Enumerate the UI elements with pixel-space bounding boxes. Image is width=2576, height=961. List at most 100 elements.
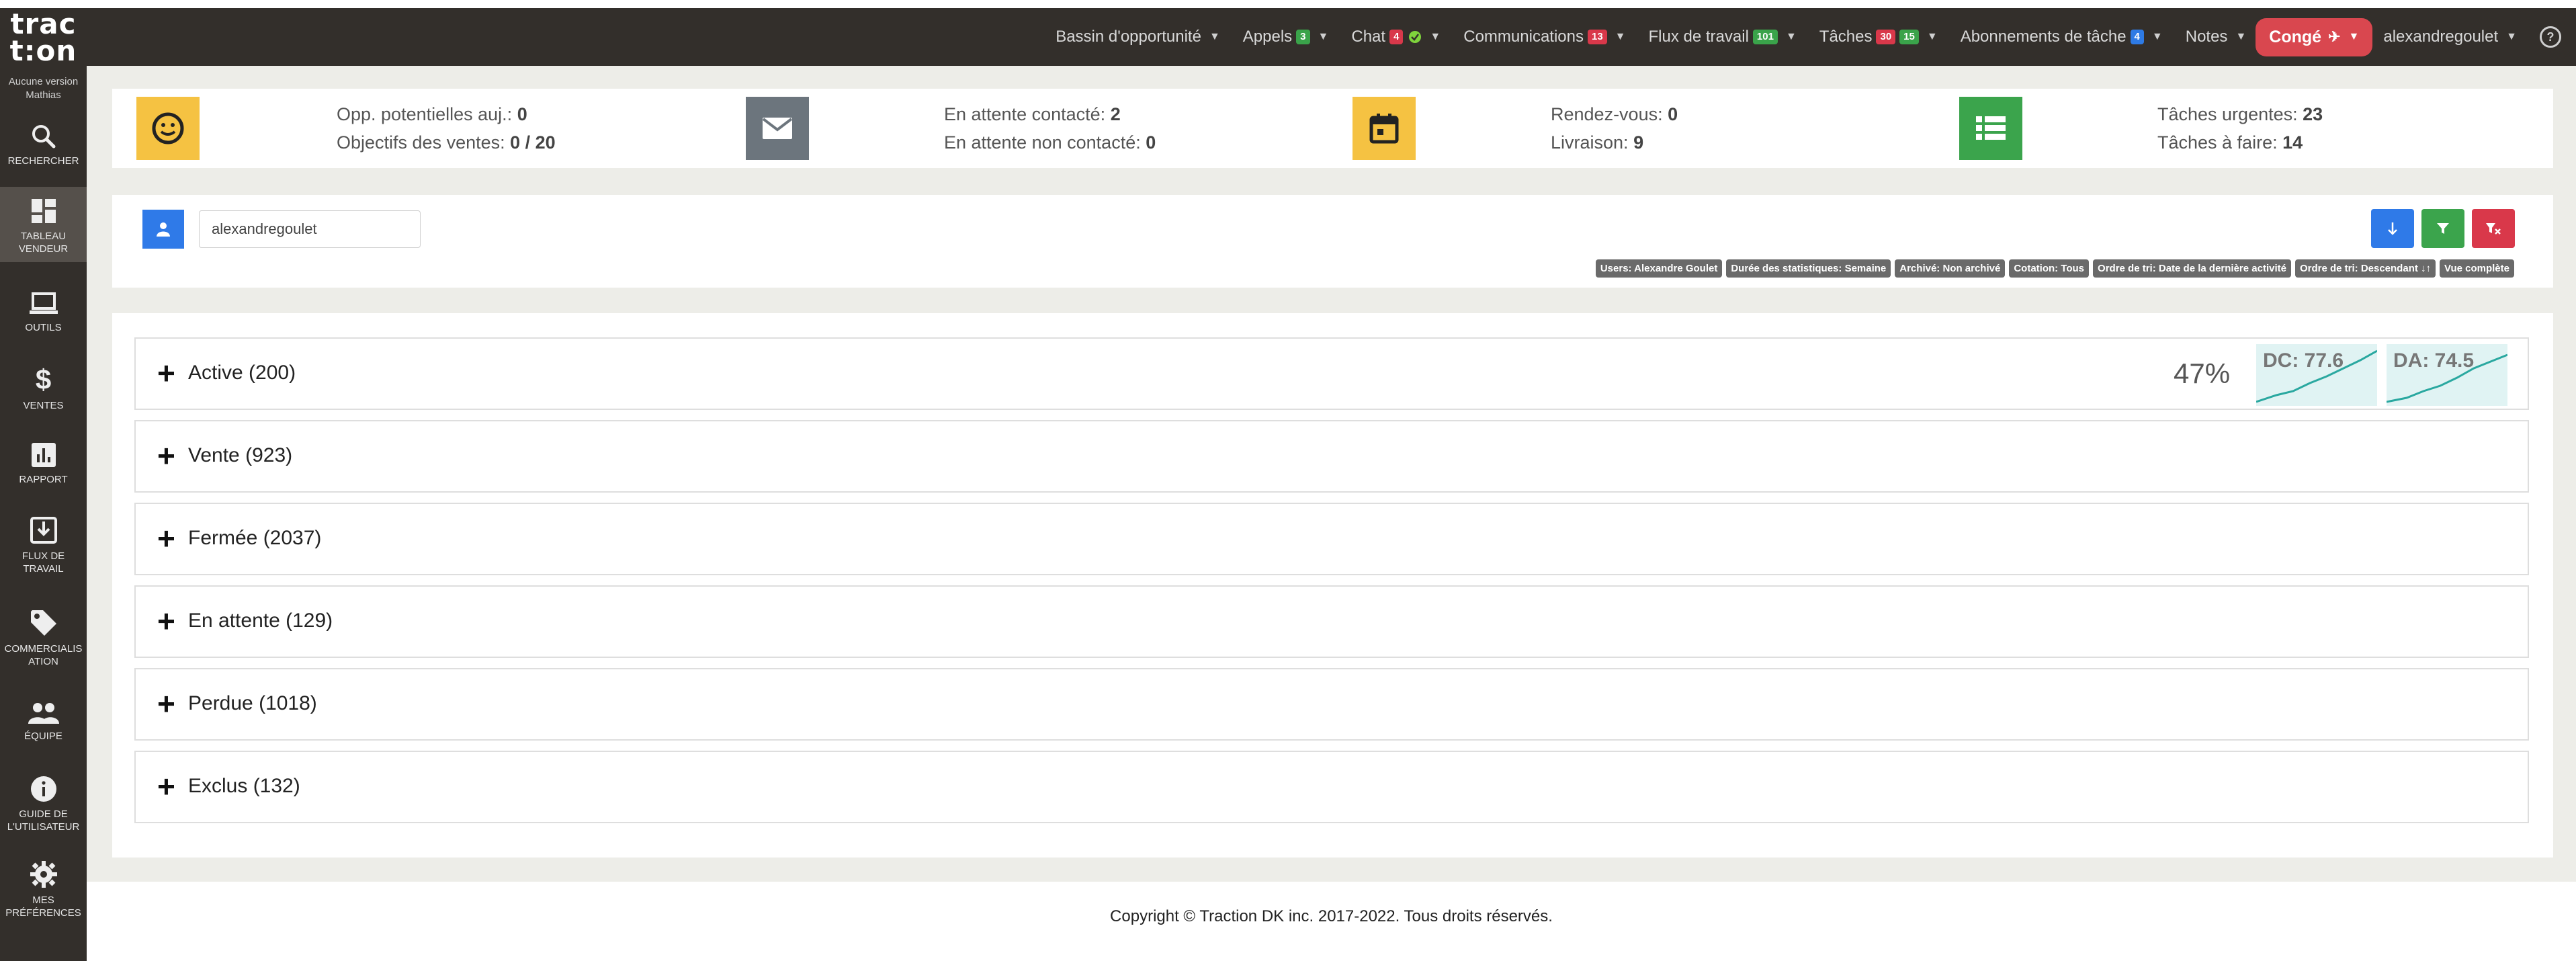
caret-down-icon: ▼ [2506,31,2517,42]
nav-notes-label: Notes [2185,28,2228,46]
nav-flux-dropdown[interactable]: Flux de travail 101 ▼ [1649,28,1797,46]
nav-user-label: alexandregoulet [2383,28,2499,46]
filter-chip: Archivé: Non archivé [1895,259,2006,278]
todo-value: 14 [2282,132,2303,153]
expand-plus-icon: + [157,521,175,556]
sidebar-item-label: OUTILS [25,322,62,333]
nav-abonnements-label: Abonnements de tâche [1960,28,2127,46]
bar-chart-icon [31,443,56,467]
abonnements-count-badge: 4 [2130,30,2144,44]
sidebar-item-label-line2: PRÉFÉRENCES [5,907,81,919]
expand-plus-icon: + [157,438,175,473]
not-contacted-label: En attente non contacté: [944,132,1141,153]
tasks-stat-tile [1959,97,2022,160]
sidebar-item-commercialisation[interactable]: COMMERCIALIS ATION [0,609,87,668]
sidebar-item-outils[interactable]: OUTILS [0,292,87,334]
contacted-value: 2 [1110,104,1121,124]
nav-communications-dropdown[interactable]: Communications 13 ▼ [1463,28,1625,46]
nav-abonnements-dropdown[interactable]: Abonnements de tâche 4 ▼ [1961,28,2163,46]
taches-late-badge: 30 [1876,30,1896,44]
appointment-stats: Rendez-vous: 0 Livraison: 9 [1551,100,1678,157]
group-row-perdue[interactable]: + Perdue (1018) [134,668,2529,741]
logo-text-bottom: t:on [9,34,77,67]
group-row-en-attente[interactable]: + En attente (129) [134,585,2529,658]
group-row-vente[interactable]: + Vente (923) [134,420,2529,493]
laptop-icon [29,292,58,314]
urgent-value: 23 [2303,104,2323,124]
nav-menu: Bassin d'opportunité ▼ Appels 3 ▼ Chat 4… [1033,8,2576,66]
sidebar-item-label: TABLEAU [20,231,67,242]
filter-chip: Ordre de tri: Descendant ↓↑ [2294,259,2436,278]
nav-notes-dropdown[interactable]: Notes ▼ [2186,28,2247,46]
urgent-label: Tâches urgentes: [2157,104,2298,124]
arrow-down-icon [2388,222,2397,235]
conge-button[interactable]: Congé ✈ ▼ [2256,17,2373,56]
mail-stat-tile [746,97,809,160]
sidebar-item-tableau-vendeur[interactable]: TABLEAU VENDEUR [0,187,87,262]
sidebar-item-rechercher[interactable]: RECHERCHER [0,124,87,167]
group-row-exclus[interactable]: + Exclus (132) [134,751,2529,823]
stats-panel: Opp. potentielles auj.: 0 Objectifs des … [112,89,2553,168]
sidebar-item-ventes[interactable]: $ VENTES [0,366,87,412]
user-search-field[interactable]: alexandregoulet [199,210,421,248]
group-row-active[interactable]: + Active (200) 47% DC: 77.6 DA: 74.5 [134,337,2529,410]
sidebar-item-label-line2: TRAVAIL [23,563,64,575]
sidebar-item-label: GUIDE DE [19,808,68,820]
nav-bassin-dropdown[interactable]: Bassin d'opportunité ▼ [1056,28,1220,46]
group-label: Vente (923) [188,444,293,466]
user-search-value: alexandregoulet [212,220,317,237]
filter-chip: Users: Alexandre Goulet [1595,259,1723,278]
filter-chip: Ordre de tri: Date de la dernière activi… [2093,259,2291,278]
version-info: Aucune version Mathias [0,75,87,102]
rdv-value: 0 [1668,104,1678,124]
group-label: En attente (129) [188,610,333,632]
active-percent: 47% [2174,358,2231,389]
sidebar-item-label: RAPPORT [19,474,68,485]
sidebar-item-label: MES [32,894,54,906]
caret-down-icon: ▼ [1430,31,1441,42]
sidebar-item-flux-de-travail[interactable]: FLUX DE TRAVAIL [0,516,87,575]
people-icon [28,703,59,724]
help-icon: ? [2540,26,2561,48]
filter-chip: Durée des statistiques: Semaine [1726,259,1891,278]
rdv-label: Rendez-vous: [1551,104,1663,124]
task-stats: Tâches urgentes: 23 Tâches à faire: 14 [2157,100,2323,157]
group-label: Perdue (1018) [188,692,317,714]
flux-count-badge: 101 [1752,30,1778,44]
nav-taches-dropdown[interactable]: Tâches 30 15 ▼ [1819,28,1938,46]
help-button[interactable]: ? [2540,26,2561,48]
sidebar-item-equipe[interactable]: ÉQUIPE [0,702,87,743]
footer-copyright: Copyright © Traction DK inc. 2017-2022. … [1110,907,1553,925]
calendar-stat-tile [1353,97,1416,160]
nav-user-dropdown[interactable]: alexandregoulet ▼ [2383,28,2517,46]
expand-plus-icon: + [157,686,175,721]
caret-down-icon: ▼ [1615,31,1626,42]
tag-icon [30,610,56,636]
opp-value: 0 [517,104,527,124]
sidebar-item-rapport[interactable]: RAPPORT [0,442,87,486]
opp-label: Opp. potentielles auj.: [337,104,513,124]
group-label: Exclus (132) [188,775,300,797]
top-strip [0,0,2576,8]
sort-download-button[interactable] [2371,209,2414,248]
active-filter-chips: Users: Alexandre Goulet Durée des statis… [1592,259,2514,278]
nav-chat-dropdown[interactable]: Chat 4 ▼ [1351,28,1441,46]
communications-count-badge: 13 [1587,30,1607,44]
top-navbar: Bassin d'opportunité ▼ Appels 3 ▼ Chat 4… [0,8,2576,66]
group-label: Active (200) [188,362,296,384]
appels-count-badge: 3 [1296,30,1310,44]
dc-sparkline: DC: 77.6 [2256,344,2377,406]
sidebar-item-guide[interactable]: GUIDE DE L'UTILISATEUR [0,776,87,833]
nav-bassin-label: Bassin d'opportunité [1056,28,1201,46]
group-row-fermee[interactable]: + Fermée (2037) [134,503,2529,575]
sidebar-item-preferences[interactable]: MES PRÉFÉRENCES [0,860,87,919]
filter-button[interactable] [2421,209,2464,248]
app-logo[interactable]: trac t:on [0,8,87,66]
nav-appels-dropdown[interactable]: Appels 3 ▼ [1243,28,1329,46]
clear-filter-button[interactable] [2472,209,2515,248]
dc-value: DC: 77.6 [2263,349,2344,372]
filter-chip: Cotation: Tous [2009,259,2090,278]
objectives-label: Objectifs des ventes: [337,132,505,153]
dollar-icon: $ [35,364,52,395]
user-filter-button[interactable] [142,210,184,249]
